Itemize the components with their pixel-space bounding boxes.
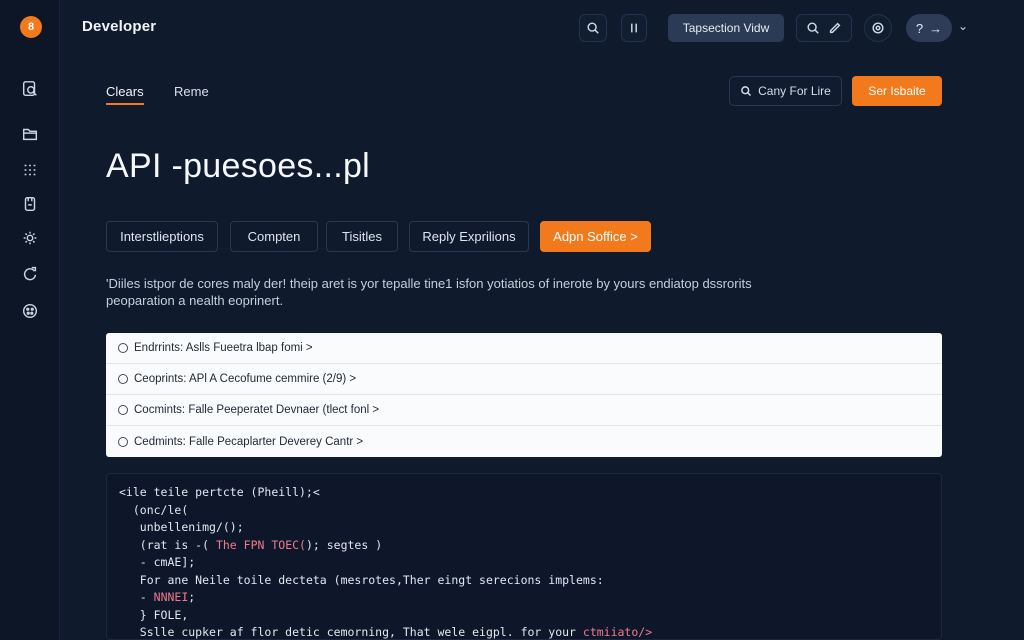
search-button-secondary[interactable]: Cany For Lire (729, 76, 842, 106)
endpoint-row[interactable]: Cedmints: Falle Pecaplarter Deverey Cant… (106, 426, 942, 457)
app-window: 8 Developer Tapsection Vidw ? → ⌄ Clears… (0, 0, 1024, 640)
search-icon (741, 86, 752, 97)
code-line: (onc/le( (132, 502, 189, 517)
endpoint-label: Endrrints: Aslls Fueetra lbap fomi > (134, 342, 313, 354)
grid-icon[interactable] (19, 159, 41, 181)
page-title: API -puesoes...pl (106, 147, 371, 185)
user-label: ? (915, 20, 924, 36)
refresh-icon[interactable] (19, 262, 41, 284)
code-block[interactable]: <ile teile pertcte (Pheill);< (onc/le( u… (106, 473, 942, 640)
arrow-right-icon: → (929, 20, 943, 36)
endpoint-list: Endrrints: Aslls Fueetra lbap fomi > Ceo… (106, 333, 942, 457)
endpoint-row[interactable]: Ceoprints: APl A Cecofume cemmire (2/9) … (106, 364, 942, 395)
chip-interstlieptions[interactable]: Interstlieptions (106, 221, 218, 252)
search-icon (807, 22, 819, 34)
endpoint-label: Ceoprints: APl A Cecofume cemmire (2/9) … (134, 373, 357, 385)
settings-button[interactable] (864, 14, 892, 42)
chip-reply-exprilions[interactable]: Reply Exprilions (409, 221, 529, 252)
circle-icon (118, 436, 128, 447)
endpoint-row[interactable]: Cocmints: Falle Peeperatet Devnaer (tlec… (106, 395, 942, 426)
pause-button[interactable] (621, 14, 647, 42)
endpoint-row[interactable]: Endrrints: Aslls Fueetra lbap fomi > (106, 333, 942, 364)
chip-compten[interactable]: Compten (230, 221, 318, 252)
chip-tisitles[interactable]: Tisitles (326, 221, 398, 252)
search-button[interactable] (579, 14, 607, 42)
sidebar: 8 (0, 0, 60, 640)
code-line: For ane Neile toile decteta (mesrotes,Th… (139, 572, 604, 587)
code-line: unbellenimg/(); (139, 520, 244, 534)
code-line: - NNNEI; (139, 590, 196, 604)
tab-clears[interactable]: Clears (106, 84, 144, 105)
endpoint-label: Cocmints: Falle Peeperatet Devnaer (tlec… (134, 404, 380, 416)
code-line: <ile teile pertcte (Pheill);< (119, 485, 320, 499)
gear-icon (872, 22, 884, 34)
circle-icon (118, 405, 128, 415)
code-line: (rat is -( The FPN TOEC(); segtes ) (139, 537, 383, 552)
view-switch-button[interactable]: Tapsection Vidw (668, 14, 784, 42)
circle-icon (118, 343, 128, 353)
chip-adpn-soffice[interactable]: Adpn Soffice > (540, 221, 651, 252)
primary-action-button[interactable]: Ser Isbaite (852, 76, 942, 106)
tab-reme[interactable]: Reme (174, 84, 209, 103)
page-description: 'Diiles istpor de cores maly der! theip … (106, 276, 752, 308)
pause-icon (631, 23, 637, 33)
code-line: Sslle cupker af flor detic cemorning, Th… (139, 625, 653, 639)
brand-title: Developer (82, 18, 157, 35)
chevron-down-icon[interactable]: ⌄ (958, 19, 968, 33)
pen-icon (829, 22, 841, 34)
palette-icon[interactable] (19, 300, 41, 322)
folder-icon[interactable] (19, 123, 41, 145)
document-icon[interactable] (19, 193, 41, 215)
search-icon (587, 22, 599, 34)
code-line: } FOLE, (139, 607, 189, 622)
endpoint-label: Cedmints: Falle Pecaplarter Deverey Cant… (134, 435, 364, 448)
search-doc-icon[interactable] (19, 78, 41, 100)
gear-icon[interactable] (19, 227, 41, 249)
circle-icon (118, 374, 128, 384)
logo-icon[interactable]: 8 (20, 16, 42, 38)
search-label: Cany For Lire (758, 84, 831, 98)
code-line: - cmAE]; (139, 555, 196, 569)
user-menu-button[interactable]: ? → (906, 14, 952, 42)
search-edit-group[interactable] (796, 14, 852, 42)
